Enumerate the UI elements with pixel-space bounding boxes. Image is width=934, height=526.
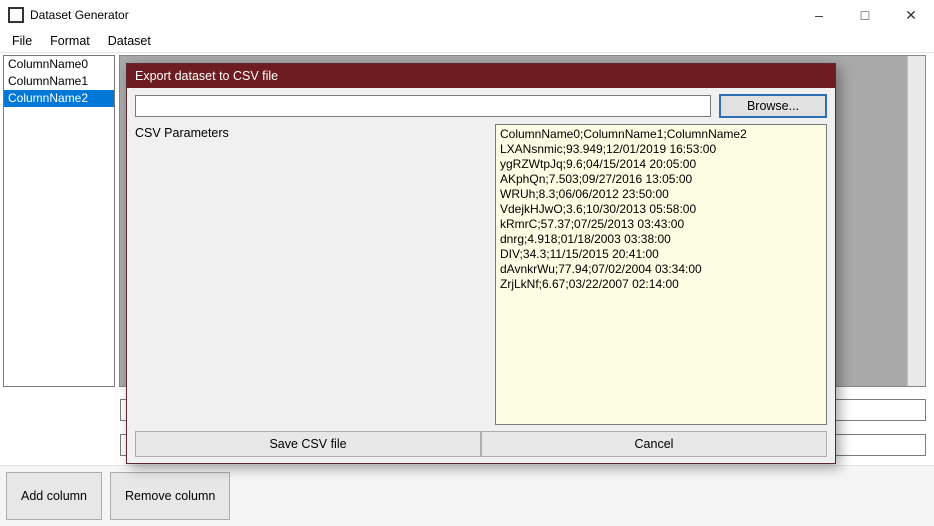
column-item[interactable]: ColumnName0 [4,56,114,73]
column-item[interactable]: ColumnName1 [4,73,114,90]
save-csv-button[interactable]: Save CSV file [135,431,481,457]
app-icon [8,7,24,23]
menu-file[interactable]: File [12,34,32,48]
menu-bar: File Format Dataset [0,30,934,52]
export-csv-dialog: Export dataset to CSV file Browse... CSV… [126,63,836,464]
minimize-button[interactable]: – [796,0,842,30]
menu-dataset[interactable]: Dataset [108,34,151,48]
cancel-button[interactable]: Cancel [481,431,827,457]
title-bar: Dataset Generator – □ ✕ [0,0,934,30]
csv-preview-text[interactable]: ColumnName0;ColumnName1;ColumnName2 LXAN… [495,124,827,425]
browse-button[interactable]: Browse... [719,94,827,118]
csv-path-input[interactable] [135,95,711,117]
csv-parameters-label: CSV Parameters [135,124,485,425]
remove-column-button[interactable]: Remove column [110,472,230,520]
dialog-title: Export dataset to CSV file [127,64,835,88]
window-title: Dataset Generator [30,8,129,22]
column-item[interactable]: ColumnName2 [4,90,114,107]
columns-list[interactable]: ColumnName0ColumnName1ColumnName2 [3,55,115,387]
minimize-icon: – [815,7,823,23]
bottom-toolbar: Add column Remove column [0,465,934,526]
menu-format[interactable]: Format [50,34,90,48]
close-icon: ✕ [905,7,917,24]
maximize-button[interactable]: □ [842,0,888,30]
add-column-button[interactable]: Add column [6,472,102,520]
maximize-icon: □ [861,7,869,23]
close-button[interactable]: ✕ [888,0,934,30]
